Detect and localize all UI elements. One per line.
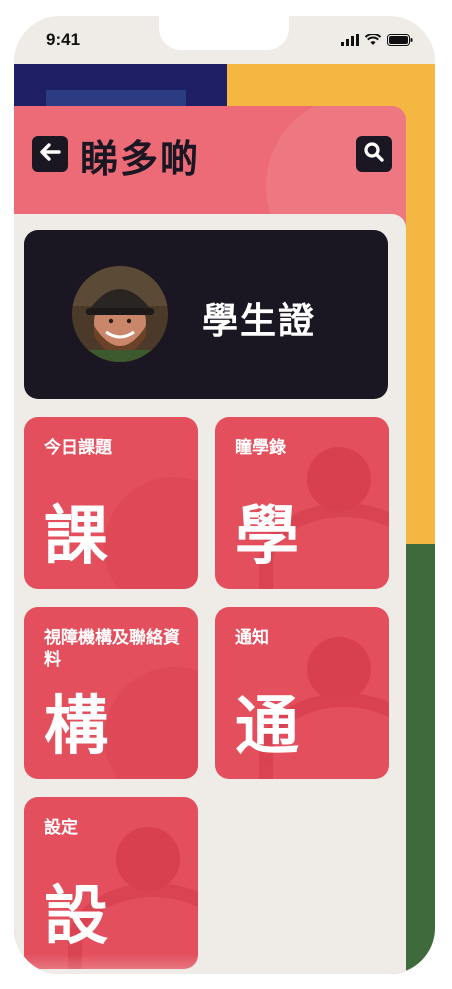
tile-label: 通知 bbox=[235, 628, 269, 648]
battery-icon bbox=[387, 31, 413, 50]
tile-pupil-record[interactable]: 瞳學錄 學 bbox=[215, 417, 389, 589]
tile-organizations-contacts[interactable]: 視障機構及聯絡資料 構 bbox=[24, 607, 198, 779]
search-icon bbox=[363, 141, 385, 167]
status-time: 9:41 bbox=[46, 30, 81, 49]
signal-icon bbox=[341, 31, 359, 50]
search-button[interactable] bbox=[356, 136, 392, 172]
tile-glyph: 構 bbox=[44, 690, 108, 764]
tile-glyph: 學 bbox=[235, 500, 299, 574]
tile-today-topic[interactable]: 今日課題 課 bbox=[24, 417, 198, 589]
arrow-left-icon bbox=[39, 142, 61, 166]
back-button[interactable] bbox=[32, 136, 68, 172]
tile-notifications[interactable]: 通知 通 bbox=[215, 607, 389, 779]
tile-glyph: 課 bbox=[44, 500, 108, 574]
tile-settings[interactable]: 設定 設 bbox=[24, 797, 198, 969]
avatar bbox=[72, 266, 168, 362]
phone-frame: 9:41 睇多啲 學生證 今日課題 課 瞳學錄 學 視障機構及聯絡資料 構 通知… bbox=[14, 16, 435, 974]
notch bbox=[159, 16, 289, 50]
student-id-label: 學生證 bbox=[202, 301, 317, 342]
app-header: 睇多啲 bbox=[14, 106, 406, 214]
tile-glyph: 通 bbox=[235, 690, 299, 764]
tile-glyph: 設 bbox=[44, 880, 108, 954]
tile-label: 今日課題 bbox=[44, 438, 112, 458]
status-bar: 9:41 bbox=[14, 16, 435, 64]
student-id-card[interactable]: 學生證 bbox=[24, 230, 388, 399]
tile-label: 設定 bbox=[44, 818, 78, 838]
wifi-icon bbox=[364, 31, 382, 50]
tile-label: 視障機構及聯絡資料 bbox=[44, 628, 180, 670]
tile-label: 瞳學錄 bbox=[235, 438, 286, 458]
page-title: 睇多啲 bbox=[80, 137, 201, 181]
